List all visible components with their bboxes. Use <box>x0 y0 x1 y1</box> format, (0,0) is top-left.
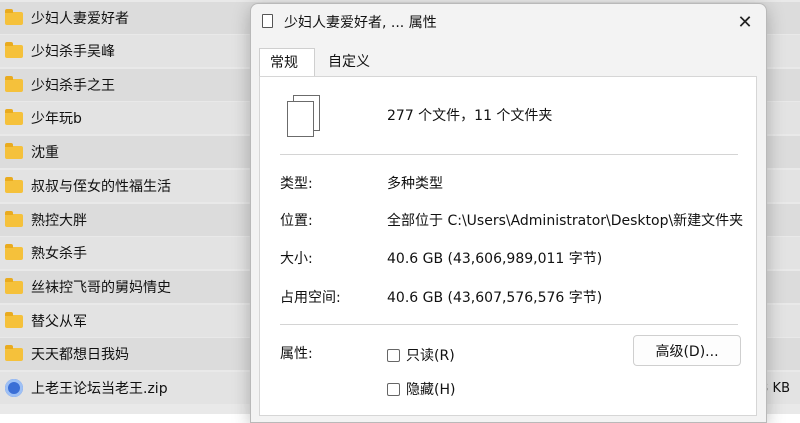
hidden-checkbox-row[interactable]: 隐藏(H) <box>387 379 455 399</box>
multiple-files-icon <box>287 95 321 139</box>
file-name: 上老王论坛当老王.zip <box>31 381 168 397</box>
readonly-label: 只读(R) <box>406 348 455 364</box>
size-label: 大小: <box>280 251 313 267</box>
folder-icon <box>5 75 23 92</box>
readonly-checkbox-row[interactable]: 只读(R) <box>387 345 455 365</box>
folder-icon <box>5 8 23 25</box>
location-value: 全部位于 C:\Users\Administrator\Desktop\新建文件… <box>387 213 744 229</box>
file-name: 少妇杀手吴峰 <box>31 44 115 60</box>
type-label: 类型: <box>280 176 313 192</box>
tab-general[interactable]: 常规 <box>259 48 315 76</box>
general-panel: 277 个文件，11 个文件夹 类型: 多种类型 位置: 全部位于 C:\Use… <box>259 76 757 416</box>
folder-icon <box>5 176 23 193</box>
file-name: 替父从军 <box>31 314 87 330</box>
properties-dialog: 少妇人妻爱好者, ... 属性 ✕ 常规 自定义 277 个文件，11 个文件夹… <box>250 3 767 423</box>
tab-custom[interactable]: 自定义 <box>318 48 382 76</box>
folder-icon <box>5 142 23 159</box>
file-name: 少妇人妻爱好者 <box>31 11 129 27</box>
file-name: 熟女杀手 <box>31 246 87 262</box>
zip-archive-icon <box>5 379 23 397</box>
dialog-title: 少妇人妻爱好者, ... 属性 <box>284 15 437 31</box>
size-value: 40.6 GB (43,606,989,011 字节) <box>387 251 603 267</box>
size-on-disk-value: 40.6 GB (43,607,576,576 字节) <box>387 290 603 306</box>
close-button[interactable]: ✕ <box>731 9 759 35</box>
hidden-checkbox[interactable] <box>387 382 400 396</box>
size-on-disk-label: 占用空间: <box>280 290 341 306</box>
folder-icon <box>5 108 23 125</box>
folder-icon <box>5 344 23 361</box>
folder-icon <box>5 210 23 227</box>
file-page-front <box>287 101 314 137</box>
file-name: 少妇杀手之王 <box>31 78 115 94</box>
hidden-label: 隐藏(H) <box>406 382 456 398</box>
folder-icon <box>5 243 23 260</box>
folder-icon <box>5 311 23 328</box>
file-name: 天天都想日我妈 <box>31 347 129 363</box>
readonly-checkbox[interactable] <box>387 348 400 362</box>
title-bar[interactable]: 少妇人妻爱好者, ... 属性 ✕ <box>251 4 766 38</box>
file-name: 沈重 <box>31 145 59 161</box>
location-label: 位置: <box>280 213 313 229</box>
file-name: 少年玩b <box>31 111 82 127</box>
file-name: 丝袜控飞哥的舅妈情史 <box>31 280 171 296</box>
advanced-button[interactable]: 高级(D)... <box>633 335 741 366</box>
selection-summary: 277 个文件，11 个文件夹 <box>387 108 553 124</box>
folder-icon <box>5 41 23 58</box>
attributes-label: 属性: <box>280 346 313 362</box>
divider <box>280 154 738 155</box>
type-value: 多种类型 <box>387 176 443 192</box>
file-name: 熟控大胖 <box>31 213 87 229</box>
folder-icon <box>5 277 23 294</box>
document-icon <box>262 14 273 28</box>
divider <box>280 324 738 325</box>
file-name: 叔叔与侄女的性福生活 <box>31 179 171 195</box>
